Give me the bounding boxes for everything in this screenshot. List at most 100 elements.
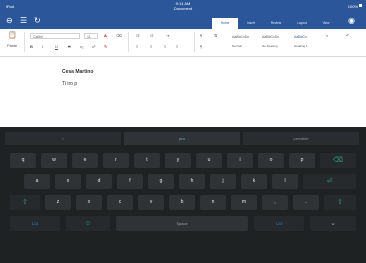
tab-home[interactable]: Home (212, 18, 238, 29)
undo-icon[interactable]: ↶ (346, 33, 349, 38)
key-l[interactable]: l (272, 174, 298, 189)
key-o[interactable]: o (258, 153, 284, 168)
key-i[interactable]: i (227, 153, 253, 168)
key-p[interactable]: p (289, 153, 315, 168)
numbering-icon[interactable]: ☷ (150, 33, 154, 38)
sort-icon[interactable]: ⇅ (214, 33, 217, 38)
style-preview-3[interactable]: AaBbCc (294, 35, 307, 40)
return-key[interactable]: ⏎ (303, 174, 356, 189)
key-g[interactable]: g (148, 174, 174, 189)
key-j[interactable]: j (210, 174, 236, 189)
ribbon-tools: 📋 Paste Calibri 11 A ⌫ B I U S x₂ x² ✎ ☷… (0, 29, 366, 57)
tab-layout[interactable]: Layout (290, 18, 314, 29)
key-r[interactable]: r (103, 153, 129, 168)
styles-icon[interactable]: ¶ (200, 33, 202, 38)
key-w[interactable]: w (41, 153, 67, 168)
align-center-icon[interactable]: ≡ (150, 44, 152, 49)
tab-view[interactable]: View (316, 18, 336, 29)
indent-icon[interactable]: ⇥ (166, 33, 169, 38)
status-center: 9:14 AM Document (0, 1, 366, 11)
find-icon[interactable]: ⌕ (326, 33, 328, 38)
bold-button[interactable]: B (30, 44, 33, 49)
style-preview-2[interactable]: AaBbCcDc (262, 35, 279, 40)
justify-icon[interactable]: ≡ (176, 44, 178, 49)
paste-label: Paste (7, 43, 18, 48)
hide-keyboard-key[interactable]: ⌄ (310, 216, 356, 231)
backspace-key[interactable]: ⌫ (320, 153, 356, 168)
shift-right-key[interactable]: ⇧ (324, 195, 356, 210)
refresh-icon[interactable]: ↻ (34, 16, 41, 26)
underline-button[interactable]: U (55, 44, 58, 49)
align-left-icon[interactable]: ≡ (136, 44, 138, 49)
tab-insert[interactable]: Insert (240, 18, 262, 29)
key-c[interactable]: c (107, 195, 133, 210)
key-k[interactable]: k (241, 174, 267, 189)
shift-left-key[interactable]: ⇧ (10, 195, 40, 210)
battery-percent: 100% (347, 4, 358, 9)
divider (194, 32, 195, 52)
keyboard: i pro pensible q w e r t y u i o p ⌫ a s… (0, 127, 366, 263)
key-v[interactable]: v (138, 195, 164, 210)
key-x[interactable]: x (76, 195, 102, 210)
key-m[interactable]: m (231, 195, 257, 210)
battery-icon (359, 4, 362, 7)
share-icon[interactable]: ◉ (348, 16, 355, 26)
document-canvas[interactable]: Cesa Martino Ti iro p (0, 57, 366, 127)
ribbon-header: ⊖ ☰ ↻ Home Insert Review Layout View ◉ (0, 13, 366, 29)
prediction-left[interactable]: i (5, 132, 121, 145)
divider (24, 32, 25, 52)
key-d[interactable]: d (86, 174, 112, 189)
key-z[interactable]: z (45, 195, 71, 210)
strike-button[interactable]: S (68, 44, 71, 49)
highlight-icon[interactable]: ✎ (104, 44, 107, 49)
align-right-icon[interactable]: ≡ (164, 44, 166, 49)
key-h[interactable]: h (179, 174, 205, 189)
back-icon[interactable]: ⊖ (6, 16, 13, 26)
emoji-key[interactable]: ☺ (66, 216, 110, 231)
key-period[interactable]: . (293, 195, 319, 210)
style-preview-1[interactable]: AaBbCcDc (232, 35, 249, 40)
doc-line-2: Ti iro p (62, 81, 78, 87)
italic-button[interactable]: I (42, 44, 43, 49)
shift-icon: ⇧ (22, 199, 28, 206)
divider (128, 32, 129, 52)
prediction-right[interactable]: pensible (243, 132, 359, 145)
backspace-icon: ⌫ (333, 157, 343, 164)
key-comma[interactable]: , (262, 195, 288, 210)
key-s[interactable]: s (55, 174, 81, 189)
space-key[interactable]: Space (116, 216, 248, 231)
paragraph-icon[interactable]: ¶ (200, 44, 202, 49)
key-f[interactable]: f (117, 174, 143, 189)
doc-line-1: Cesa Martino (62, 69, 94, 75)
key-y[interactable]: y (165, 153, 191, 168)
key-n[interactable]: n (200, 195, 226, 210)
list-icon[interactable]: ☰ (20, 16, 27, 26)
bullets-icon[interactable]: ☷ (136, 33, 140, 38)
superscript-button[interactable]: x² (92, 44, 95, 49)
font-color-icon[interactable]: A (104, 33, 107, 38)
prediction-center[interactable]: pro (124, 132, 240, 145)
key-b[interactable]: b (169, 195, 195, 210)
style-name-1: Normal (232, 44, 242, 48)
clear-format-icon[interactable]: ⌫ (116, 33, 122, 38)
key-u[interactable]: u (196, 153, 222, 168)
emoji-icon: ☺ (84, 220, 92, 227)
key-e[interactable]: e (72, 153, 98, 168)
subscript-button[interactable]: x₂ (80, 44, 84, 49)
return-icon: ⏎ (326, 178, 333, 185)
numbers-key-left[interactable]: 123 (10, 216, 60, 231)
paste-icon[interactable]: 📋 (8, 32, 17, 39)
style-name-3: Heading 1 (294, 44, 308, 48)
shift-icon: ⇧ (337, 199, 343, 206)
font-name-dropdown[interactable]: Calibri (30, 33, 80, 39)
numbers-key-right[interactable]: 123 (254, 216, 304, 231)
status-bar: iPad 9:14 AM Document 100% (0, 0, 366, 13)
key-q[interactable]: q (10, 153, 36, 168)
style-name-2: No Spacing (262, 44, 278, 48)
keyboard-hide-icon: ⌄ (330, 220, 336, 227)
tab-review[interactable]: Review (264, 18, 288, 29)
status-title: Document (173, 6, 193, 11)
key-t[interactable]: t (134, 153, 160, 168)
font-size-dropdown[interactable]: 11 (84, 33, 98, 39)
key-a[interactable]: a (24, 174, 50, 189)
